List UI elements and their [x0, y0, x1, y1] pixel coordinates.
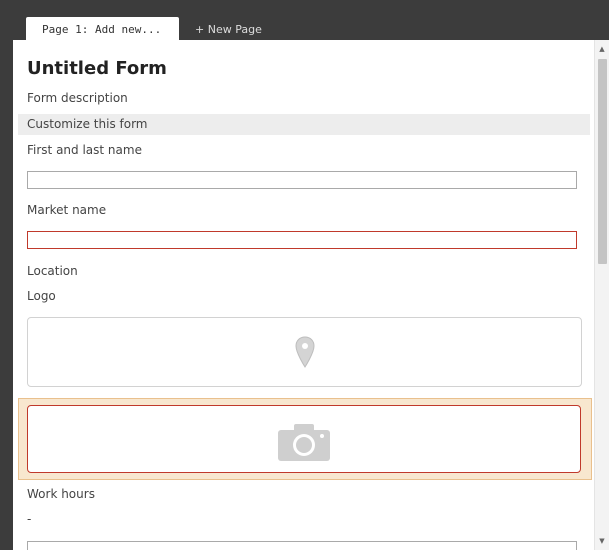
map-pin-icon: [294, 336, 315, 368]
form-title[interactable]: Untitled Form: [27, 58, 167, 79]
location-field-label: Location: [27, 264, 78, 278]
logo-upload-selection: [18, 398, 592, 480]
scroll-up-icon[interactable]: ▲: [595, 43, 609, 55]
form-description[interactable]: Form description: [27, 91, 128, 105]
customize-form-label: Customize this form: [27, 117, 148, 131]
market-field-label: Market name: [27, 203, 107, 217]
scroll-thumb[interactable]: [598, 59, 607, 264]
new-page-tab[interactable]: + New Page: [195, 17, 262, 40]
tab-page-1[interactable]: Page 1: Add new...: [26, 17, 179, 40]
logo-upload-box[interactable]: [27, 405, 581, 473]
scroll-down-icon[interactable]: ▼: [595, 535, 609, 547]
location-map-box[interactable]: [27, 317, 582, 387]
vertical-scrollbar[interactable]: ▲ ▼: [594, 40, 609, 550]
work-hours-label: Work hours: [27, 487, 95, 501]
camera-icon: [278, 423, 330, 461]
name-input[interactable]: [27, 171, 577, 189]
name-field-label: First and last name: [27, 143, 142, 157]
work-hours-value: -: [27, 512, 32, 526]
work-hours-input[interactable]: [27, 541, 577, 550]
tab-bar: Page 1: Add new... + New Page: [0, 0, 609, 40]
logo-field-label: Logo: [27, 289, 56, 303]
form-canvas: Untitled Form Form description Customize…: [13, 40, 609, 550]
market-name-input[interactable]: [27, 231, 577, 249]
customize-form-bar[interactable]: Customize this form: [18, 114, 590, 135]
